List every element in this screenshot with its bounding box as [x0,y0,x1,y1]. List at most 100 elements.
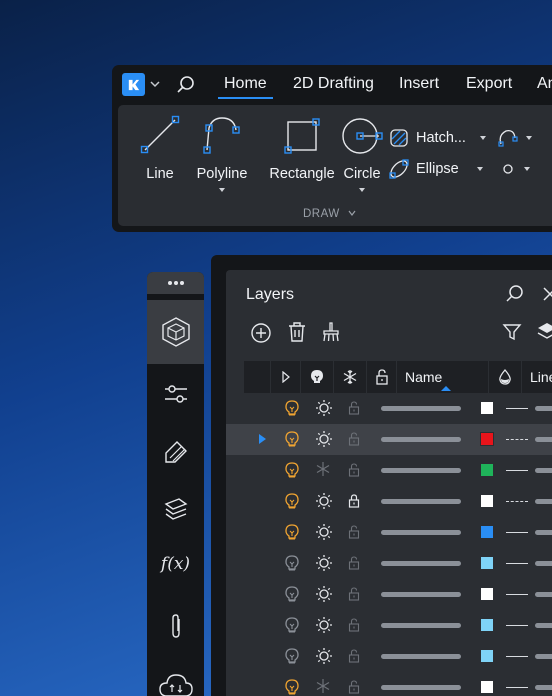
lock-open-icon[interactable] [348,618,360,637]
lock-open-icon[interactable] [348,401,360,420]
lock-open-icon[interactable] [348,680,360,696]
linetype-name-placeholder[interactable] [535,437,552,442]
sun-icon[interactable] [315,554,333,577]
snowflake-icon[interactable] [315,678,331,696]
layer-name-placeholder[interactable] [381,592,461,597]
bulb-on-icon[interactable] [285,431,299,452]
layer-row[interactable] [226,672,552,696]
layer-color-swatch[interactable] [480,401,494,415]
draw-edit-icon[interactable] [147,439,204,465]
ellipse-tool[interactable]: Ellipse [388,158,485,180]
bulb-on-icon[interactable] [285,462,299,483]
layer-name-placeholder[interactable] [381,561,461,566]
sun-icon[interactable] [315,647,333,670]
add-layer-icon[interactable] [250,322,272,344]
caret-down-icon[interactable] [522,165,532,173]
layer-name-placeholder[interactable] [381,623,461,628]
bulb-off-icon[interactable] [285,617,299,638]
line-tool[interactable]: Line [132,112,188,182]
name-column-header[interactable]: Name [397,361,489,393]
sun-icon[interactable] [315,616,333,639]
sun-icon[interactable] [315,492,333,515]
linetype-name-placeholder[interactable] [535,685,552,690]
layer-color-swatch[interactable] [480,432,494,446]
linetype-name-placeholder[interactable] [535,406,552,411]
lock-open-icon[interactable] [348,587,360,606]
layer-color-swatch[interactable] [480,556,494,570]
layer-color-swatch[interactable] [480,649,494,663]
layer-row[interactable] [226,548,552,579]
layer-color-swatch[interactable] [480,494,494,508]
bulb-off-icon[interactable] [285,586,299,607]
layers-stack-icon[interactable] [147,496,204,522]
caret-down-icon[interactable] [217,186,227,194]
lock-open-icon[interactable] [348,525,360,544]
bulb-on-icon[interactable] [285,524,299,545]
layer-name-placeholder[interactable] [381,406,461,411]
linetype-name-placeholder[interactable] [535,499,552,504]
search-icon[interactable] [176,75,196,95]
bulb-on-icon[interactable] [285,400,299,421]
draw-group-label[interactable]: DRAW [303,208,357,220]
caret-down-icon[interactable] [475,165,485,173]
close-icon[interactable] [542,286,552,302]
chevron-down-icon[interactable] [150,79,160,89]
sun-icon[interactable] [315,430,333,453]
tab-home[interactable]: Home [218,75,273,99]
on-column[interactable] [301,361,334,393]
linetype-name-placeholder[interactable] [535,623,552,628]
delete-icon[interactable] [287,321,307,343]
layer-name-placeholder[interactable] [381,685,461,690]
lock-open-icon[interactable] [348,432,360,451]
snowflake-icon[interactable] [315,461,331,482]
lock-open-icon[interactable] [348,556,360,575]
layer-row[interactable] [226,641,552,672]
filter-icon[interactable] [502,322,522,342]
hatch-tool[interactable]: Hatch... [388,127,488,149]
bulb-off-icon[interactable] [285,648,299,669]
layer-row[interactable] [226,579,552,610]
circle-tool[interactable]: Circle [332,112,392,194]
layer-name-placeholder[interactable] [381,530,461,535]
caret-down-icon[interactable] [524,134,534,142]
linetype-name-placeholder[interactable] [535,592,552,597]
color-column[interactable] [489,361,522,393]
function-icon[interactable]: f(x) [147,554,204,574]
tab-insert[interactable]: Insert [399,75,439,93]
polyline-tool[interactable]: Polyline [194,112,250,194]
expand-column[interactable] [271,361,301,393]
3d-model-icon[interactable] [147,300,204,364]
sun-icon[interactable] [315,523,333,546]
layer-row[interactable] [226,455,552,486]
lock-closed-icon[interactable] [348,494,360,513]
layer-row[interactable] [226,424,552,455]
layer-color-swatch[interactable] [480,618,494,632]
caret-down-icon[interactable] [478,134,488,142]
layer-row[interactable] [226,393,552,424]
linetype-name-placeholder[interactable] [535,468,552,473]
layer-color-swatch[interactable] [480,587,494,601]
layer-name-placeholder[interactable] [381,437,461,442]
linetype-name-placeholder[interactable] [535,561,552,566]
sliders-icon[interactable] [147,382,204,406]
linetype-name-placeholder[interactable] [535,530,552,535]
lock-open-icon[interactable] [348,649,360,668]
layer-name-placeholder[interactable] [381,468,461,473]
point-tool[interactable] [500,158,532,180]
layer-color-swatch[interactable] [480,525,494,539]
layer-row[interactable] [226,486,552,517]
tab-annotate[interactable]: An [537,75,552,93]
rectangle-tool[interactable]: Rectangle [264,112,340,182]
bulb-on-icon[interactable] [285,679,299,696]
more-options-icon[interactable] [147,272,204,294]
linetype-name-placeholder[interactable] [535,654,552,659]
paperclip-icon[interactable] [147,612,204,640]
linetype-column-header[interactable]: Linety [522,361,552,393]
layer-name-placeholder[interactable] [381,654,461,659]
cloud-sync-icon[interactable] [147,672,204,696]
purge-broom-icon[interactable] [321,321,341,343]
layer-row[interactable] [226,610,552,641]
layer-name-placeholder[interactable] [381,499,461,504]
layer-color-swatch[interactable] [480,680,494,694]
layer-states-icon[interactable] [536,320,552,344]
